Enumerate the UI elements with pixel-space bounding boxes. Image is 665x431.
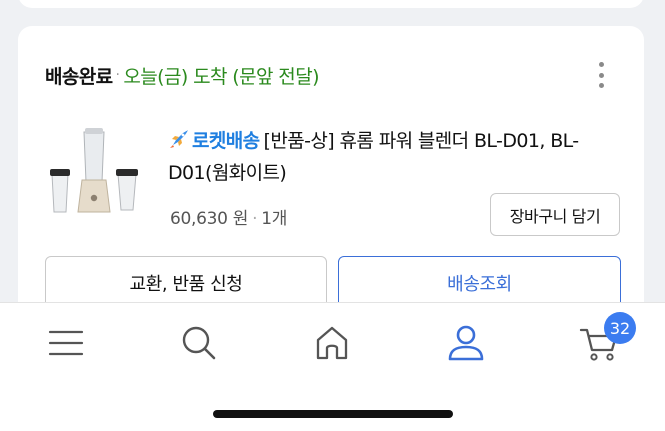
product-thumbnail[interactable]	[48, 124, 142, 216]
product-quantity: 1개	[261, 209, 288, 229]
bottom-tab-bar: 32	[0, 302, 665, 431]
product-price: 60,630 원	[170, 209, 249, 229]
screen: 배송완료 · 오늘(금) 도착 (문앞 전달) 로켓배송 [반품-상] 휴롬 파…	[0, 0, 665, 431]
home-icon	[316, 326, 348, 360]
delivery-status-row: 배송완료 · 오늘(금) 도착 (문앞 전달)	[45, 62, 614, 88]
search-icon	[182, 326, 216, 360]
home-indicator	[213, 410, 453, 418]
tab-mypage[interactable]	[436, 321, 496, 365]
previous-order-card	[18, 0, 644, 8]
menu-icon	[48, 330, 84, 356]
rocket-icon	[170, 130, 188, 148]
blender-cup-right	[116, 169, 138, 211]
arrival-info: 오늘(금) 도착 (문앞 전달)	[123, 65, 319, 88]
add-to-cart-button[interactable]: 장바구니 담기	[490, 193, 620, 236]
tab-home[interactable]	[302, 321, 362, 365]
order-card: 배송완료 · 오늘(금) 도착 (문앞 전달) 로켓배송 [반품-상] 휴롬 파…	[18, 26, 644, 346]
tab-search[interactable]	[169, 321, 229, 365]
blender-jar	[77, 128, 111, 213]
status-separator: ·	[115, 67, 120, 83]
tab-menu[interactable]	[36, 321, 96, 365]
user-icon	[448, 325, 484, 361]
rocket-delivery-label: 로켓배송	[192, 130, 260, 152]
blender-cup-left	[50, 169, 70, 213]
price-quantity-row: 60,630 원 · 1개	[170, 204, 287, 229]
more-options-icon[interactable]	[598, 62, 604, 88]
product-name[interactable]: 로켓배송 [반품-상] 휴롬 파워 블렌더 BL-D01, BL-D01(웜화이트…	[168, 125, 608, 189]
delivery-status: 배송완료	[45, 65, 113, 88]
price-separator: ·	[252, 209, 258, 229]
cart-count-badge: 32	[604, 312, 636, 344]
